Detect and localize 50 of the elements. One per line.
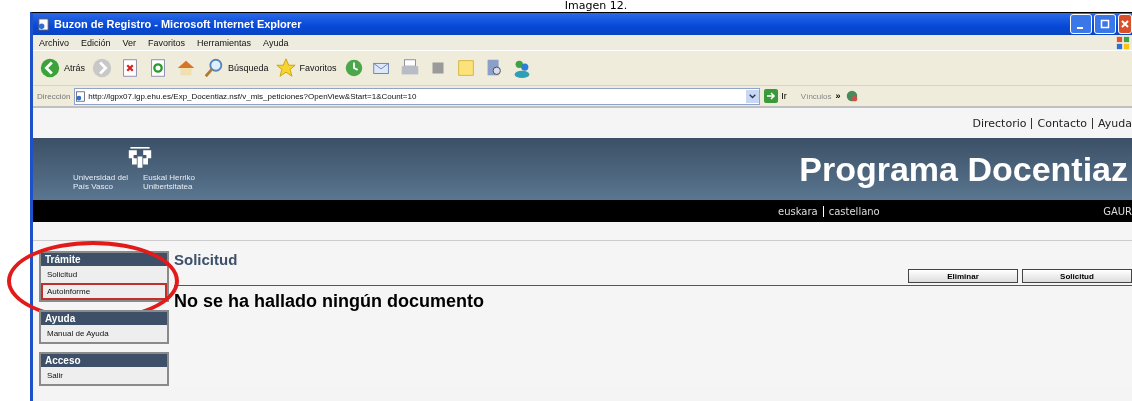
close-icon: [1120, 19, 1130, 29]
minimize-icon: [1076, 27, 1083, 29]
section-heading: Ayuda: [41, 312, 167, 325]
close-button[interactable]: [1118, 14, 1132, 34]
maximize-button[interactable]: [1094, 14, 1116, 34]
go-button[interactable]: Ir: [764, 89, 797, 103]
search-button[interactable]: Búsqueda: [203, 57, 269, 79]
minimize-button[interactable]: [1070, 14, 1092, 34]
chevron-button[interactable]: »: [835, 91, 841, 101]
section-heading: Acceso: [41, 354, 167, 367]
menu-item[interactable]: Archivo: [39, 37, 69, 48]
sidebar-item[interactable]: Solicitud: [41, 266, 167, 283]
search-icon: [203, 57, 225, 79]
top-link[interactable]: Directorio: [972, 116, 1027, 130]
back-icon: [39, 57, 61, 79]
site-title: Programa Docentiaz: [799, 149, 1128, 189]
page-icon: [75, 90, 87, 102]
favorites-button[interactable]: Favoritos: [274, 57, 337, 79]
header-text: GAUR: [1103, 205, 1132, 217]
menu-item[interactable]: Ayuda: [263, 37, 289, 48]
action-button[interactable]: Solicitud: [1022, 269, 1132, 283]
window-title: Buzon de Registro - Microsoft Internet Explorer: [54, 18, 303, 30]
forward-icon: [91, 57, 113, 79]
sidebar-item[interactable]: Salir: [41, 367, 167, 384]
menu-item[interactable]: Ver: [122, 37, 137, 48]
address-field[interactable]: http://lgpx07.lgp.ehu.es/Exp_Docentiaz.nsf/v_mis_peticiones?OpenView&Start=1&Count=10: [74, 87, 761, 105]
sidebar-item[interactable]: Manual de Ayuda: [41, 325, 167, 342]
menu-item[interactable]: Favoritos: [148, 37, 186, 48]
menu-item[interactable]: Herramientas: [197, 37, 252, 48]
menu-item[interactable]: Edición: [81, 37, 111, 48]
favorites-icon: [274, 57, 297, 79]
logo-text: Euskal Herriko Unibertsitatea: [143, 173, 196, 191]
language-link[interactable]: castellano: [828, 205, 880, 217]
maximize-icon: [1100, 19, 1110, 29]
action-button[interactable]: Eliminar: [908, 269, 1018, 283]
figure-caption: Imagen 12.: [564, 0, 628, 12]
top-link[interactable]: Ayuda: [1098, 116, 1132, 130]
logo-text: Universidad del País Vasco: [73, 173, 130, 191]
section-heading: Trámite: [41, 253, 167, 266]
globe-icon[interactable]: [844, 89, 859, 103]
back-button[interactable]: Atrás: [39, 57, 85, 79]
sidebar-item[interactable]: Autoinforme: [41, 283, 167, 300]
top-link[interactable]: Contacto: [1037, 116, 1087, 130]
go-arrow-icon: [764, 89, 779, 103]
page-icon: [37, 17, 50, 31]
windows-logo-icon: [1116, 35, 1130, 50]
empty-message: No se ha hallado ningún documento: [174, 290, 485, 312]
address-label: Dirección: [37, 91, 71, 101]
language-link[interactable]: euskara: [778, 205, 818, 217]
page-heading: Solicitud: [174, 251, 238, 268]
